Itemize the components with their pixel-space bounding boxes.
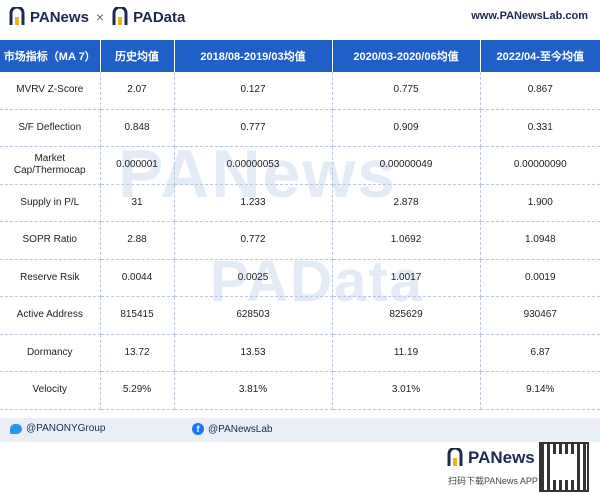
metric-value-cell: 0.0025 (174, 259, 333, 297)
metric-value-cell: 0.0044 (100, 259, 175, 297)
metric-value-cell: 815415 (100, 296, 175, 335)
col-header-2020: 2020/03-2020/06均值 (332, 40, 481, 72)
brand-left: PANews (30, 8, 89, 26)
metric-value-cell: 0.848 (100, 109, 175, 147)
metric-value-cell: 2.88 (100, 221, 175, 260)
table-row: Dormancy 13.72 13.53 11.19 6.87 (0, 334, 600, 372)
metric-name-cell: S/F Deflection (0, 109, 101, 147)
col-header-2018: 2018/08-2019/03均值 (174, 40, 333, 72)
metric-name-cell: SOPR Ratio (0, 221, 101, 260)
metric-name-cell: Dormancy (0, 334, 101, 372)
metrics-table-wrap: 市场指标（MA 7） 历史均值 2018/08-2019/03均值 2020/0… (0, 40, 600, 410)
site-url[interactable]: www.PANewsLab.com (471, 10, 588, 22)
metric-name-cell: Reserve Rsik (0, 259, 101, 297)
metric-value-cell: 628503 (174, 296, 333, 335)
metric-value-cell: 930467 (480, 296, 600, 335)
metric-value-cell: 0.772 (174, 221, 333, 260)
brand-right: PAData (133, 8, 186, 26)
metric-value-cell: 1.900 (480, 184, 600, 222)
top-bar: PANews × PAData www.PANewsLab.com (0, 0, 600, 34)
panews-footer-logo-icon (447, 448, 463, 466)
metric-name-cell: Active Address (0, 296, 101, 335)
twitter-handle: @PANONYGroup (26, 423, 106, 434)
metric-value-cell: 0.0019 (480, 259, 600, 297)
metric-name-cell: Velocity (0, 371, 101, 410)
table-row: Reserve Rsik 0.0044 0.0025 1.0017 0.0019 (0, 259, 600, 297)
metric-value-cell: 11.19 (332, 334, 481, 372)
footer-logo: PANews (446, 448, 535, 468)
metric-value-cell: 2.878 (332, 184, 481, 222)
qr-code-icon[interactable] (539, 442, 589, 492)
table-row: Active Address 815415 628503 825629 930467 (0, 296, 600, 335)
table-row: SOPR Ratio 2.88 0.772 1.0692 1.0948 (0, 221, 600, 260)
table-row: S/F Deflection 0.848 0.777 0.909 0.331 (0, 109, 600, 147)
brand: PANews × PAData (8, 6, 185, 28)
table-row: Velocity 5.29% 3.81% 3.01% 9.14% (0, 371, 600, 410)
facebook-icon: f (192, 423, 204, 435)
col-header-2022: 2022/04-至今均值 (480, 40, 600, 72)
metric-value-cell: 5.29% (100, 371, 175, 410)
table-row: Supply in P/L 31 1.233 2.878 1.900 (0, 184, 600, 222)
twitter-link[interactable]: @PANONYGroup (10, 423, 105, 434)
twitter-icon (10, 423, 22, 434)
metric-value-cell: 0.00000049 (332, 146, 481, 185)
metric-value-cell: 0.00000053 (174, 146, 333, 185)
table-row: MVRV Z-Score 2.07 0.127 0.775 0.867 (0, 72, 600, 110)
metric-name-cell: MVRV Z-Score (0, 72, 101, 110)
metric-value-cell: 0.867 (480, 72, 600, 110)
brand-separator: × (95, 9, 105, 25)
facebook-link[interactable]: f @PANewsLab (192, 423, 272, 435)
metric-value-cell: 0.000001 (100, 146, 175, 185)
col-header-historical: 历史均值 (100, 40, 175, 72)
metric-value-cell: 13.72 (100, 334, 175, 372)
metric-name-cell: Supply in P/L (0, 184, 101, 222)
metric-value-cell: 1.233 (174, 184, 333, 222)
panews-logo-icon (9, 7, 25, 25)
metric-value-cell: 1.0692 (332, 221, 481, 260)
metrics-table: 市场指标（MA 7） 历史均值 2018/08-2019/03均值 2020/0… (0, 40, 600, 410)
metric-value-cell: 9.14% (480, 371, 600, 410)
metric-value-cell: 0.331 (480, 109, 600, 147)
metric-value-cell: 6.87 (480, 334, 600, 372)
footer-logo-text: PANews (468, 448, 535, 467)
metric-value-cell: 1.0948 (480, 221, 600, 260)
table-body: MVRV Z-Score 2.07 0.127 0.775 0.867 S/F Defle… (0, 72, 600, 410)
metric-value-cell: 3.01% (332, 371, 481, 410)
metric-value-cell: 3.81% (174, 371, 333, 410)
table-header-row: 市场指标（MA 7） 历史均值 2018/08-2019/03均值 2020/0… (0, 40, 600, 72)
metric-value-cell: 0.127 (174, 72, 333, 110)
metric-value-cell: 825629 (332, 296, 481, 335)
metric-value-cell: 0.775 (332, 72, 481, 110)
metric-value-cell: 0.00000090 (480, 146, 600, 185)
metric-value-cell: 2.07 (100, 72, 175, 110)
metric-value-cell: 1.0017 (332, 259, 481, 297)
facebook-handle: @PANewsLab (208, 423, 273, 435)
metric-value-cell: 0.909 (332, 109, 481, 147)
metric-value-cell: 13.53 (174, 334, 333, 372)
table-row: Market Cap/Thermocap 0.000001 0.00000053 0.… (0, 146, 600, 185)
metric-value-cell: 0.777 (174, 109, 333, 147)
metric-value-cell: 31 (100, 184, 175, 222)
footer-social-bar: @PANONYGroup f @PANewsLab (0, 418, 600, 442)
col-header-metric: 市场指标（MA 7） (0, 40, 101, 72)
padata-logo-icon (112, 7, 128, 25)
scan-download-text: 扫码下载PANews APP (448, 476, 538, 486)
metric-name-cell: Market Cap/Thermocap (0, 146, 101, 185)
